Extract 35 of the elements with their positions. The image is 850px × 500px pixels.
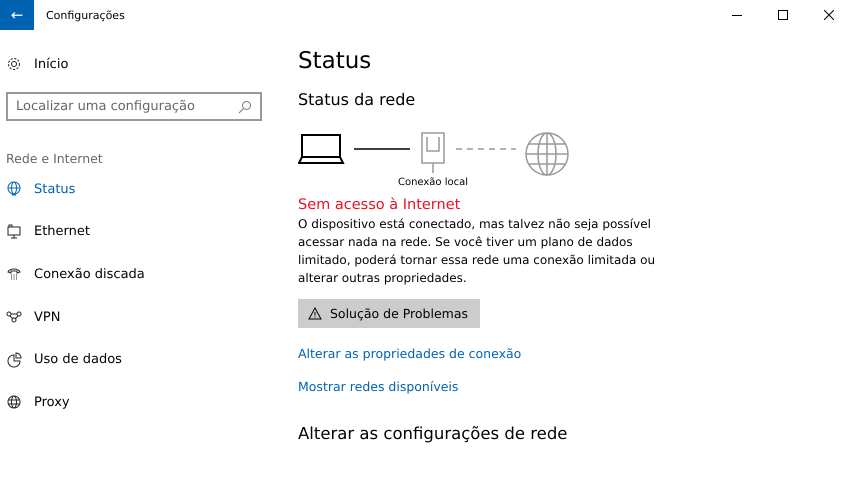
search-field[interactable]: Localizar uma configuração: [6, 92, 262, 121]
nav-item[interactable]: Ethernet: [0, 210, 298, 254]
section-heading: Status da rede: [298, 90, 416, 109]
nav-item[interactable]: Uso de dados: [0, 338, 298, 381]
close-icon[interactable]: [824, 10, 834, 20]
settings-icon: [6, 56, 22, 72]
section-label: Rede e Internet: [5, 151, 104, 166]
nav-item[interactable]: Conexão discada: [0, 253, 298, 296]
home-nav-item[interactable]: Início: [0, 50, 298, 78]
globe-icon: [6, 181, 22, 198]
nav-item[interactable]: Proxy: [0, 380, 298, 424]
phone-icon: [6, 266, 22, 282]
alert-text: Sem acesso à Internet: [298, 197, 462, 213]
nav-item[interactable]: VPN: [0, 296, 298, 338]
link[interactable]: Mostrar redes disponíveis: [298, 379, 458, 394]
globe-icon: [6, 394, 22, 410]
pie-chart-icon: [6, 352, 22, 368]
back-button[interactable]: ←: [0, 0, 34, 30]
router-icon: [419, 131, 447, 175]
laptop-icon: [298, 131, 346, 165]
window-title: Configurações: [46, 8, 125, 22]
section-heading: Alterar as configurações de rede: [298, 424, 568, 443]
description-text: O dispositivo está conectado, mas talvez não seja possível acessar nada na rede. Se você tiver um plano de dados limitado, poderá tornar essa rede uma conexão limitada ou alterar outras propriedades.: [298, 216, 656, 287]
search-icon: [238, 100, 252, 114]
maximize-icon[interactable]: [778, 10, 788, 20]
diagram-label: Conexão local: [398, 177, 468, 188]
globe-icon: [524, 131, 570, 177]
monitor-icon: [6, 224, 22, 240]
troubleshoot-button[interactable]: Solução de Problemas: [298, 299, 480, 328]
link[interactable]: Alterar as propriedades de conexão: [298, 346, 522, 361]
warning-icon: [308, 307, 322, 320]
nav-item[interactable]: Status: [0, 168, 298, 211]
vpn-icon: [6, 309, 22, 326]
connection-line: [352, 147, 412, 151]
page-title: Status: [298, 48, 372, 74]
